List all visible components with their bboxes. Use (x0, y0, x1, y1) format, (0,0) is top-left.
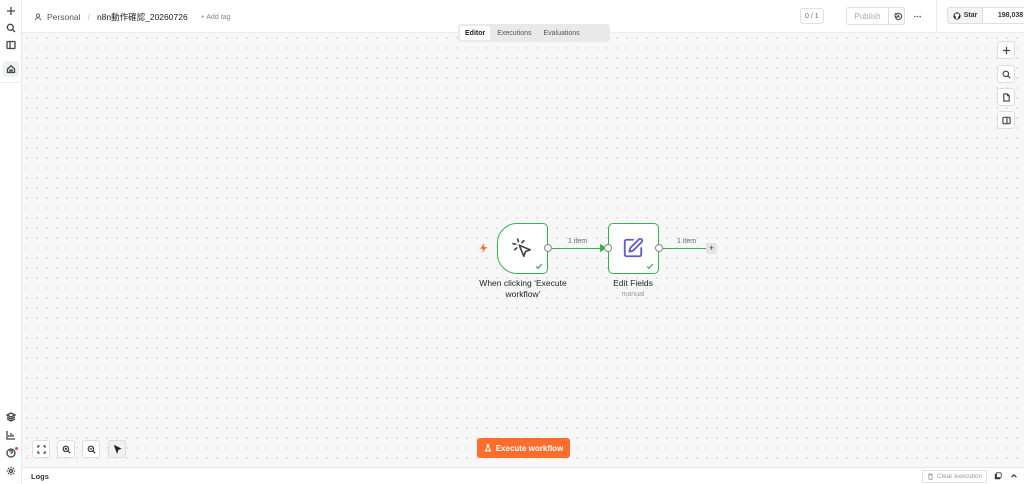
connection-line[interactable] (552, 247, 606, 249)
version-counter: 0 / 1 (800, 8, 824, 24)
view-tabs: Editor Executions Evaluations (458, 24, 610, 42)
chevron-up-icon (1011, 473, 1017, 478)
fit-view-button[interactable] (32, 440, 50, 458)
clear-execution-label: Clear execution (937, 473, 983, 480)
note-icon (1002, 92, 1010, 102)
execute-workflow-button[interactable]: Execute workflow (477, 438, 570, 458)
logs-panel-bar[interactable]: Logs Clear execution (22, 467, 1024, 484)
breadcrumb-separator: / (87, 12, 90, 22)
logs-title: Logs (31, 472, 49, 481)
tab-evaluations[interactable]: Evaluations (538, 26, 584, 40)
execute-workflow-label: Execute workflow (495, 443, 564, 453)
toggle-panel-button[interactable] (997, 111, 1015, 129)
edit-fields-output-port[interactable] (655, 244, 663, 252)
cursor-click-icon (512, 238, 532, 258)
insights-chart-icon[interactable] (3, 427, 19, 443)
lightning-bolt-icon (480, 243, 487, 253)
sidebar-toggle-icon[interactable] (3, 37, 19, 53)
project-link[interactable]: Personal (47, 12, 81, 22)
search-icon (1002, 70, 1011, 79)
more-options-button[interactable] (909, 8, 925, 24)
github-star-count: 198,038 (997, 12, 1024, 19)
header-divider (936, 0, 937, 33)
zoom-in-icon (62, 445, 71, 454)
sidebar-divider (0, 82, 22, 83)
edit-fields-node[interactable] (608, 223, 659, 274)
add-icon[interactable] (3, 3, 19, 19)
left-sidebar (0, 0, 22, 484)
workflow-canvas[interactable]: Editor Executions Evaluations When click… (22, 24, 1024, 467)
add-next-node-button[interactable]: + (706, 243, 717, 254)
github-star-button[interactable]: Star 198,038 (947, 7, 1024, 24)
trigger-node[interactable] (497, 223, 548, 274)
breadcrumb: Personal / n8n動作確認_20260726 + Add tag (34, 11, 230, 23)
edit-fields-node-sublabel: manual (621, 291, 645, 298)
more-horizontal-icon (913, 15, 921, 17)
fit-view-icon (36, 444, 46, 454)
search-icon[interactable] (3, 20, 19, 36)
output-item-count: 1 item (677, 238, 697, 245)
flask-icon (484, 444, 492, 452)
zoom-out-button[interactable] (82, 440, 100, 458)
github-icon (953, 11, 961, 20)
pointer-mode-button[interactable] (108, 440, 126, 458)
notification-dot (15, 447, 18, 450)
settings-gear-icon[interactable] (3, 463, 19, 479)
tab-executions[interactable]: Executions (492, 26, 536, 40)
search-nodes-button[interactable] (997, 65, 1015, 83)
workflow-name[interactable]: n8n動作確認_20260726 (97, 11, 188, 23)
n8n-app: Personal / n8n動作確認_20260726 + Add tag 0 … (0, 0, 1024, 484)
panel-right-icon (1001, 116, 1011, 124)
plus-icon (1002, 46, 1010, 54)
success-check-icon (646, 263, 654, 270)
sticky-note-button[interactable] (997, 88, 1015, 106)
edit-fields-input-port[interactable] (604, 244, 612, 252)
publish-button[interactable]: Publish (847, 8, 889, 24)
pop-out-logs-button[interactable] (993, 471, 1003, 481)
github-star-label-box: Star (948, 8, 983, 23)
zoom-out-icon (87, 445, 96, 454)
edit-fields-node-label: Edit Fields (613, 278, 653, 288)
add-tag-button[interactable]: + Add tag (201, 14, 231, 21)
user-icon (34, 13, 42, 21)
zoom-in-button[interactable] (57, 440, 75, 458)
add-node-button[interactable] (997, 41, 1015, 59)
home-icon[interactable] (3, 61, 19, 77)
connection-item-count: 1 item (568, 238, 588, 245)
trash-icon (928, 473, 933, 480)
clear-execution-button[interactable]: Clear execution (922, 470, 988, 483)
output-connection-line[interactable] (663, 247, 706, 249)
pointer-icon (113, 444, 122, 454)
trigger-output-port[interactable] (544, 244, 552, 252)
templates-icon[interactable] (3, 409, 19, 425)
popout-icon (994, 472, 1002, 480)
history-icon (894, 12, 902, 20)
github-star-label: Star (963, 12, 978, 19)
pen-square-icon (623, 237, 644, 258)
tab-editor[interactable]: Editor (460, 26, 491, 40)
expand-logs-button[interactable] (1009, 471, 1019, 481)
history-button[interactable] (890, 8, 906, 24)
trigger-node-label: When clicking ‘Execute workflow’ (479, 278, 567, 299)
success-check-icon (535, 263, 543, 270)
